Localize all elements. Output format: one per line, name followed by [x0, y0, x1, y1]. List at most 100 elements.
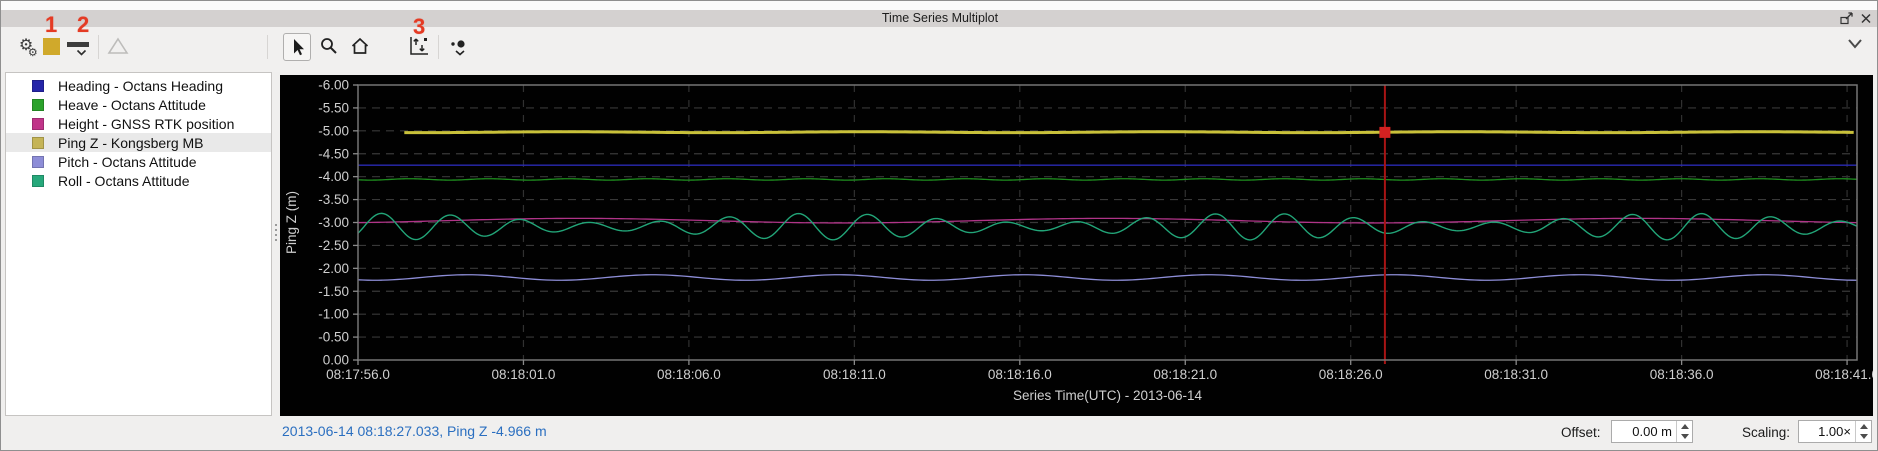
status-bar: 2013-06-14 08:18:27.033, Ping Z -4.966 m…	[1, 416, 1877, 450]
pointer-tool-button[interactable]	[283, 33, 311, 61]
settings-button[interactable]: ⚙ ⚙	[13, 33, 39, 60]
series-line-heave	[357, 178, 1858, 181]
series-list-panel[interactable]: Heading - Octans Heading Heave - Octans A…	[5, 72, 272, 416]
window-top-margin	[1, 1, 1877, 10]
annotation-1: 1	[45, 12, 58, 37]
x-tick-label: 08:18:16.0	[988, 367, 1052, 382]
arrow-up-icon	[1680, 423, 1689, 429]
x-tick-label: 08:18:36.0	[1650, 367, 1714, 382]
y-tick-label: -2.00	[318, 261, 349, 276]
point-style-button[interactable]	[445, 33, 475, 59]
scaling-value[interactable]: 1.00×	[1799, 421, 1855, 442]
home-view-button[interactable]	[347, 33, 373, 59]
legend-item[interactable]: Heave - Octans Attitude	[6, 95, 271, 114]
close-icon	[1861, 13, 1871, 24]
series-line-ping	[404, 130, 1854, 135]
toolbar: ⚙ ⚙	[1, 27, 1877, 72]
legend-item[interactable]: Heading - Octans Heading	[6, 76, 271, 95]
legend-item[interactable]: Ping Z - Kongsberg MB	[6, 133, 271, 152]
x-tick-label: 08:17:56.0	[326, 367, 390, 382]
x-tick-label: 08:18:21.0	[1153, 367, 1217, 382]
arrow-down-icon	[1680, 434, 1689, 440]
legend-item-label: Heave - Octans Attitude	[58, 96, 206, 113]
y-tick-label: -4.00	[318, 169, 349, 184]
close-button[interactable]	[1858, 11, 1874, 26]
title-bar[interactable]: Time Series Multiplot	[1, 10, 1877, 27]
toolbar-separator	[438, 35, 439, 59]
cursor-readout-text: 2013-06-14 08:18:27.033, Ping Z -4.966 m	[282, 423, 547, 439]
x-tick-label: 08:18:01.0	[492, 367, 556, 382]
legend-item[interactable]: Roll - Octans Attitude	[6, 171, 271, 190]
panel-splitter[interactable]	[272, 72, 280, 416]
float-window-icon	[1840, 12, 1853, 25]
arrow-down-icon	[1859, 434, 1868, 440]
scaling-spinner[interactable]	[1855, 421, 1871, 442]
points-icon	[451, 40, 465, 56]
plot-panel: -6.00 -5.50 -5.00 -4.50 -4.00 -3.50 -3.00 -2.50…	[280, 75, 1877, 416]
timeseries-plot[interactable]: -6.00 -5.50 -5.00 -4.50 -4.00 -3.50 -3.00 -2.50…	[280, 75, 1877, 416]
float-window-button[interactable]	[1839, 11, 1855, 26]
legend-item[interactable]: Height - GNSS RTK position	[6, 114, 271, 133]
series-color-swatch	[32, 98, 44, 111]
x-tick-label: 08:18:06.0	[657, 367, 721, 382]
offset-spinner[interactable]	[1676, 421, 1692, 442]
legend-item-label: Pitch - Octans Attitude	[58, 153, 197, 170]
offset-label: Offset:	[1561, 425, 1601, 440]
scaling-spinbox[interactable]: 1.00×	[1798, 420, 1872, 443]
y-tick-label: -5.50	[318, 100, 349, 115]
series-color-swatch	[32, 136, 44, 149]
toolbar-separator	[267, 35, 268, 59]
series-line-roll	[357, 212, 1858, 241]
legend-item[interactable]: Pitch - Octans Attitude	[6, 152, 271, 171]
scaling-down-button[interactable]	[1856, 432, 1871, 443]
window-title: Time Series Multiplot	[881, 11, 999, 25]
offset-spinbox[interactable]: 0.00 m	[1611, 420, 1693, 443]
x-tick-label: 08:18:31.0	[1484, 367, 1548, 382]
y-tick-label: -4.50	[318, 146, 349, 161]
y-tick-label: -3.50	[318, 192, 349, 207]
series-color-swatch	[32, 155, 44, 168]
home-icon	[351, 37, 369, 54]
x-tick-label: 08:18:11.0	[823, 367, 886, 382]
series-color-swatch	[32, 117, 44, 130]
y-tick-label: -1.50	[318, 284, 349, 299]
y-tick-label: -1.00	[318, 307, 349, 322]
offset-down-button[interactable]	[1677, 432, 1692, 443]
collapse-toolbar-button[interactable]	[1845, 37, 1865, 51]
y-tick-label: -5.00	[318, 123, 349, 138]
time-series-multiplot-window: Time Series Multiplot ⚙ ⚙ 1 2 3 Heading …	[0, 0, 1878, 451]
offset-up-button[interactable]	[1677, 421, 1692, 432]
x-tick-label: 08:18:41.0	[1815, 367, 1873, 382]
cursor-arrow-icon	[294, 39, 304, 56]
marker-style-button[interactable]	[105, 33, 131, 59]
chevron-down-icon	[76, 49, 87, 56]
offset-value[interactable]: 0.00 m	[1612, 421, 1676, 442]
y-tick-label: -3.00	[318, 215, 349, 230]
magnifier-icon	[321, 38, 337, 54]
annotation-2: 2	[77, 12, 90, 37]
x-tick-label: 08:18:26.0	[1319, 367, 1383, 382]
y-tick-label: -2.50	[318, 238, 349, 253]
legend-item-label: Ping Z - Kongsberg MB	[58, 134, 204, 151]
series-color-swatch	[32, 79, 44, 92]
annotation-3: 3	[413, 14, 426, 39]
toolbar-separator	[98, 35, 99, 59]
legend-item-label: Roll - Octans Attitude	[58, 172, 190, 189]
y-tick-label: 0.00	[323, 353, 349, 368]
legend-item-label: Height - GNSS RTK position	[58, 115, 235, 132]
x-axis-title: Series Time(UTC) - 2013-06-14	[1013, 388, 1203, 403]
settings-gears-icon: ⚙ ⚙	[18, 37, 38, 60]
chevron-down-icon	[1848, 39, 1862, 49]
zoom-tool-button[interactable]	[316, 33, 342, 59]
scaling-up-button[interactable]	[1856, 421, 1871, 432]
y-tick-label: -0.50	[318, 330, 349, 345]
y-tick-label: -6.00	[318, 78, 349, 93]
yellow-color-swatch-icon	[42, 37, 60, 55]
arrow-up-icon	[1859, 423, 1868, 429]
series-color-swatch	[32, 174, 44, 187]
triangle-icon	[107, 37, 129, 54]
scaling-label: Scaling:	[1742, 425, 1791, 440]
cursor-marker	[1379, 126, 1391, 138]
series-line-pitch	[357, 274, 1858, 281]
line-style-icon	[67, 42, 89, 47]
